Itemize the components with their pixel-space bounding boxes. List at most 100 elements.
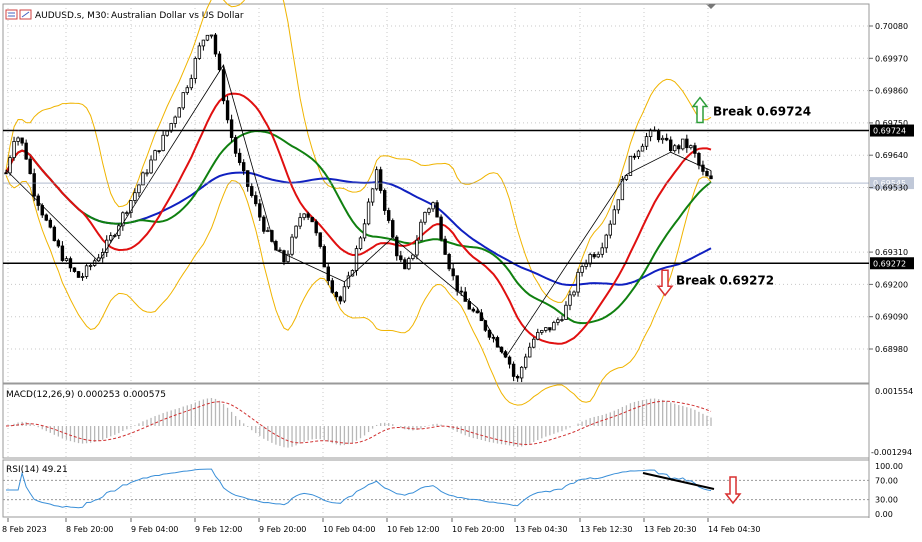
- candle-body: [693, 145, 697, 154]
- price-tick-label: 0.69860: [875, 87, 908, 96]
- candle-body: [564, 304, 568, 320]
- candle-body: [374, 169, 379, 190]
- candle-body: [660, 137, 665, 141]
- candle-body: [423, 211, 427, 223]
- candle-body: [88, 265, 93, 267]
- candle-body: [556, 319, 560, 323]
- candle-body: [306, 213, 310, 218]
- candle-body: [616, 199, 621, 211]
- candle-body: [201, 39, 206, 47]
- candle-body: [580, 266, 584, 273]
- chart-canvas[interactable]: AUDUSD.s, M30: Australian Dollar vs US D…: [0, 0, 922, 539]
- candle-body: [52, 226, 57, 242]
- candle-body: [254, 195, 258, 205]
- candle-body: [459, 290, 463, 293]
- candle-body: [72, 267, 77, 272]
- candle-body: [262, 216, 266, 232]
- price-tick-label: 0.69530: [875, 184, 908, 193]
- candle-body: [217, 53, 222, 71]
- candle-body: [318, 232, 322, 247]
- candle-body: [145, 172, 149, 175]
- candle-body: [507, 356, 512, 365]
- candle-body: [588, 254, 592, 265]
- candle-body: [370, 188, 375, 203]
- candle-body: [584, 263, 588, 267]
- candle-body: [258, 203, 262, 218]
- candle-body: [229, 119, 234, 138]
- level-tag-text-support: 0.69272: [873, 259, 906, 268]
- candle-body: [314, 221, 318, 234]
- candle-body: [362, 223, 367, 239]
- candle-body: [632, 155, 637, 158]
- candle-body: [197, 45, 202, 59]
- time-tick-label: 10 Feb 20:00: [452, 525, 504, 534]
- candle-body: [382, 190, 387, 211]
- candle-body: [56, 240, 61, 247]
- candle-body: [435, 202, 439, 218]
- candle-body: [181, 92, 185, 109]
- candle-body: [447, 253, 451, 270]
- price-tick-label: 0.69970: [875, 54, 908, 63]
- candle-body: [246, 170, 250, 187]
- candle-body: [681, 138, 685, 150]
- candle-body: [378, 169, 383, 191]
- candle-body: [576, 271, 580, 293]
- candle-body: [523, 356, 528, 368]
- candle-body: [193, 58, 198, 79]
- candle-body: [415, 239, 419, 256]
- candle-body: [669, 139, 673, 152]
- candle-body: [149, 159, 153, 174]
- time-tick-label: 10 Feb 04:00: [323, 525, 375, 534]
- candle-body: [656, 130, 661, 141]
- candle-body: [673, 145, 677, 152]
- candle-body: [177, 107, 181, 118]
- candle-body: [391, 220, 395, 238]
- candle-body: [528, 346, 532, 358]
- chart-icon[interactable]: [5, 9, 18, 20]
- candle-body: [604, 234, 608, 249]
- candle-body: [278, 249, 282, 252]
- candle-body: [241, 162, 246, 172]
- candle-body: [24, 142, 28, 160]
- candle-body: [677, 145, 681, 150]
- price-tick-label: 0.68980: [875, 345, 908, 354]
- candle-body: [689, 145, 693, 149]
- candle-body: [515, 376, 520, 379]
- candle-body: [532, 338, 536, 348]
- price-tick-label: 0.69310: [875, 248, 908, 257]
- candle-body: [443, 238, 447, 255]
- rsi-label: RSI(14) 49.21: [6, 465, 68, 475]
- time-tick-label: 8 Feb 2023: [2, 525, 47, 534]
- candle-body: [705, 171, 709, 177]
- time-tick-label: 9 Feb 20:00: [259, 525, 306, 534]
- candle-body: [636, 150, 641, 157]
- candle-body: [137, 184, 141, 194]
- candle-body: [266, 230, 270, 232]
- candle-body: [366, 201, 371, 225]
- candle-body: [455, 275, 459, 292]
- time-axis: 8 Feb 2023 8 Feb 20:00 9 Feb 04:00 9 Feb 12…: [2, 518, 760, 534]
- candle-body: [560, 319, 564, 321]
- candle-body: [173, 116, 177, 124]
- price-tick-label: 0.70080: [875, 22, 908, 31]
- time-tick-label: 8 Feb 20:00: [66, 525, 113, 534]
- candle-body: [399, 255, 403, 261]
- candle-body: [4, 172, 8, 175]
- candle-body: [439, 216, 443, 240]
- candle-body: [640, 145, 645, 152]
- candle-body: [552, 322, 556, 331]
- candle-body: [387, 210, 391, 221]
- candle-body: [548, 327, 552, 331]
- candle-body: [644, 136, 649, 147]
- price-tick-label: 0.69750: [875, 119, 908, 128]
- candle-body: [20, 137, 24, 144]
- time-tick-label: 13 Feb 04:30: [515, 525, 567, 534]
- candle-body: [342, 286, 347, 302]
- candle-body: [419, 221, 423, 241]
- price-tick-label: 0.69090: [875, 313, 908, 322]
- candle-body: [540, 330, 544, 333]
- price-tick-label: 0.69200: [875, 280, 908, 289]
- level-annotation-support: Break 0.69272: [676, 273, 774, 287]
- chart-window[interactable]: AUDUSD.s, M30: Australian Dollar vs US D…: [0, 0, 922, 539]
- candle-body: [8, 157, 12, 174]
